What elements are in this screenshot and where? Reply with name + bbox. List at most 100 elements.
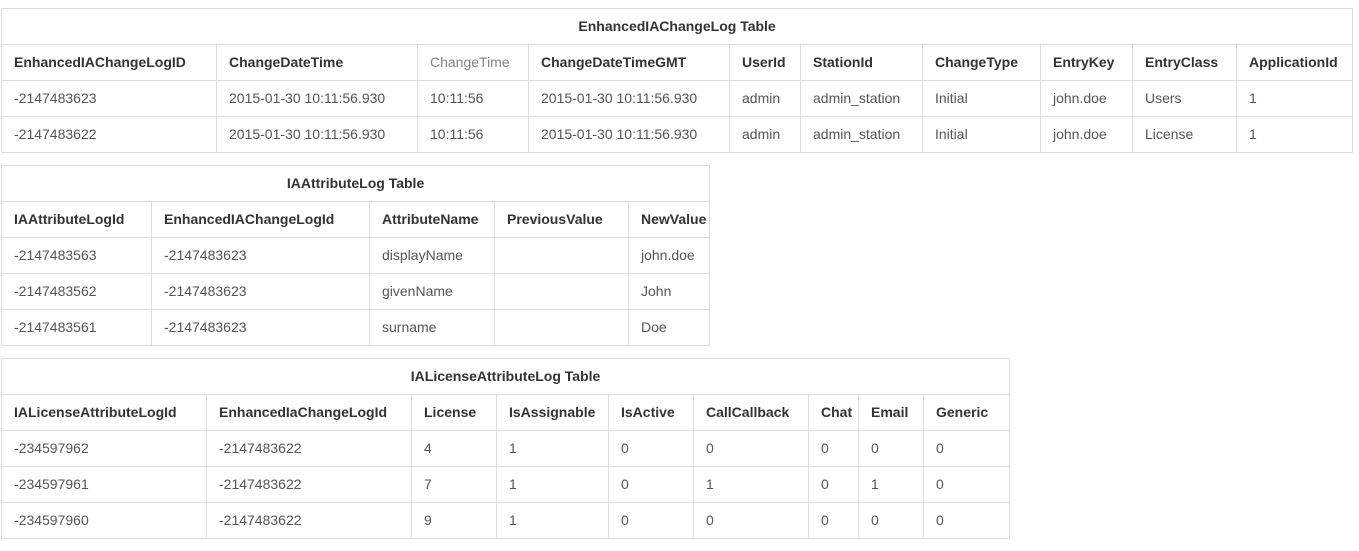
- table-title: EnhancedIAChangeLog Table: [2, 9, 1353, 45]
- table-cell: -2147483563: [2, 238, 152, 274]
- column-header-newvalue: NewValue: [629, 202, 710, 238]
- table-cell: -2147483623: [2, 81, 217, 117]
- table-row: -234597961-21474836227101010: [2, 467, 1010, 503]
- ia-license-attribute-log-table: IALicenseAttributeLog TableIALicenseAttr…: [1, 358, 1010, 539]
- table-cell: 0: [809, 431, 859, 467]
- column-header-isactive: IsActive: [609, 395, 694, 431]
- table-cell: [495, 274, 629, 310]
- table-cell: 2015-01-30 10:11:56.930: [529, 81, 730, 117]
- table-cell: -2147483622: [207, 431, 412, 467]
- column-header-userid: UserId: [730, 45, 801, 81]
- column-header-changedatetime: ChangeDateTime: [217, 45, 418, 81]
- table-cell: -234597961: [2, 467, 207, 503]
- table-row: -2147483561-2147483623surnameDoe: [2, 310, 710, 346]
- table-cell: -234597962: [2, 431, 207, 467]
- table-cell: -2147483562: [2, 274, 152, 310]
- table-cell: 1: [1237, 117, 1353, 153]
- table-cell: 1: [694, 467, 809, 503]
- table-cell: 4: [412, 431, 497, 467]
- table-cell: 0: [924, 467, 1010, 503]
- table-cell: -2147483623: [152, 238, 370, 274]
- column-header-enhancediachangelogid: EnhancedIaChangeLogId: [207, 395, 412, 431]
- table-cell: surname: [370, 310, 495, 346]
- table-cell: -2147483622: [207, 503, 412, 539]
- table-cell: 0: [609, 467, 694, 503]
- table-cell: License: [1133, 117, 1237, 153]
- column-header-license: License: [412, 395, 497, 431]
- table-cell: -2147483622: [207, 467, 412, 503]
- table-cell: 0: [694, 503, 809, 539]
- table-cell: 0: [859, 431, 924, 467]
- column-header-enhancediachangelogid: EnhancedIAChangeLogID: [2, 45, 217, 81]
- column-header-changetime: ChangeTime: [418, 45, 529, 81]
- table-cell: 2015-01-30 10:11:56.930: [529, 117, 730, 153]
- table-cell: 0: [859, 503, 924, 539]
- column-header-isassignable: IsAssignable: [497, 395, 609, 431]
- table-cell: 1: [1237, 81, 1353, 117]
- table-cell: 10:11:56: [418, 117, 529, 153]
- table-cell: john.doe: [1041, 117, 1133, 153]
- table-cell: displayName: [370, 238, 495, 274]
- table-cell: -234597960: [2, 503, 207, 539]
- table-row: -2147483562-2147483623givenName John: [2, 274, 710, 310]
- table-row: -21474836232015-01-30 10:11:56.93010:11:…: [2, 81, 1353, 117]
- enhanced-ia-changelog-table: EnhancedIAChangeLog TableEnhancedIAChang…: [1, 8, 1353, 153]
- table-cell: admin_station: [801, 117, 923, 153]
- table-cell: 0: [609, 431, 694, 467]
- table-cell: 2015-01-30 10:11:56.930: [217, 81, 418, 117]
- table-cell: 10:11:56: [418, 81, 529, 117]
- table-cell: 0: [809, 503, 859, 539]
- table-cell: Users: [1133, 81, 1237, 117]
- table-cell: 0: [609, 503, 694, 539]
- column-header-email: Email: [859, 395, 924, 431]
- table-cell: 1: [497, 431, 609, 467]
- table-row: -234597962-21474836224100000: [2, 431, 1010, 467]
- table-cell: 7: [412, 467, 497, 503]
- column-header-stationid: StationId: [801, 45, 923, 81]
- table-cell: givenName: [370, 274, 495, 310]
- table-cell: 1: [497, 467, 609, 503]
- table-row: -2147483563-2147483623displayName john.do…: [2, 238, 710, 274]
- table-cell: John: [629, 274, 710, 310]
- table-cell: 1: [859, 467, 924, 503]
- table-row: -21474836222015-01-30 10:11:56.93010:11:…: [2, 117, 1353, 153]
- table-cell: Initial: [923, 117, 1041, 153]
- header-row: EnhancedIAChangeLogIDChangeDateTimeChang…: [2, 45, 1353, 81]
- table-row: -234597960-21474836229100000: [2, 503, 1010, 539]
- header-row: IALicenseAttributeLogIdEnhancedIaChangeL…: [2, 395, 1010, 431]
- table-cell: -2147483561: [2, 310, 152, 346]
- column-header-changedatetimegmt: ChangeDateTimeGMT: [529, 45, 730, 81]
- table-cell: 1: [497, 503, 609, 539]
- column-header-entryclass: EntryClass: [1133, 45, 1237, 81]
- table-cell: Doe: [629, 310, 710, 346]
- table-cell: 2015-01-30 10:11:56.930: [217, 117, 418, 153]
- table-cell: -2147483622: [2, 117, 217, 153]
- table-cell: -2147483623: [152, 274, 370, 310]
- column-header-callcallback: CallCallback: [694, 395, 809, 431]
- column-header-previousvalue: PreviousValue: [495, 202, 629, 238]
- column-header-enhancediachangelogid: EnhancedIAChangeLogId: [152, 202, 370, 238]
- table-cell: john.doe: [1041, 81, 1133, 117]
- table-cell: 0: [809, 467, 859, 503]
- table-cell: admin: [730, 81, 801, 117]
- table-cell: [495, 238, 629, 274]
- column-header-applicationid: ApplicationId: [1237, 45, 1353, 81]
- column-header-ialicenseattributelogid: IALicenseAttributeLogId: [2, 395, 207, 431]
- column-header-iaattributelogid: IAAttributeLogId: [2, 202, 152, 238]
- table-cell: john.doe: [629, 238, 710, 274]
- table-title: IAAttributeLog Table: [2, 166, 710, 202]
- table-cell: admin: [730, 117, 801, 153]
- table-cell: [495, 310, 629, 346]
- header-row: IAAttributeLogIdEnhancedIAChangeLogIdAtt…: [2, 202, 710, 238]
- table-cell: admin_station: [801, 81, 923, 117]
- table-cell: 0: [924, 503, 1010, 539]
- ia-attribute-log-table: IAAttributeLog TableIAAttributeLogIdEnha…: [1, 165, 710, 346]
- column-header-chat: Chat: [809, 395, 859, 431]
- table-cell: 9: [412, 503, 497, 539]
- table-cell: 0: [924, 431, 1010, 467]
- column-header-entrykey: EntryKey: [1041, 45, 1133, 81]
- table-cell: 0: [694, 431, 809, 467]
- column-header-attributename: AttributeName: [370, 202, 495, 238]
- table-title: IALicenseAttributeLog Table: [2, 359, 1010, 395]
- table-title-row: IAAttributeLog Table: [2, 166, 710, 202]
